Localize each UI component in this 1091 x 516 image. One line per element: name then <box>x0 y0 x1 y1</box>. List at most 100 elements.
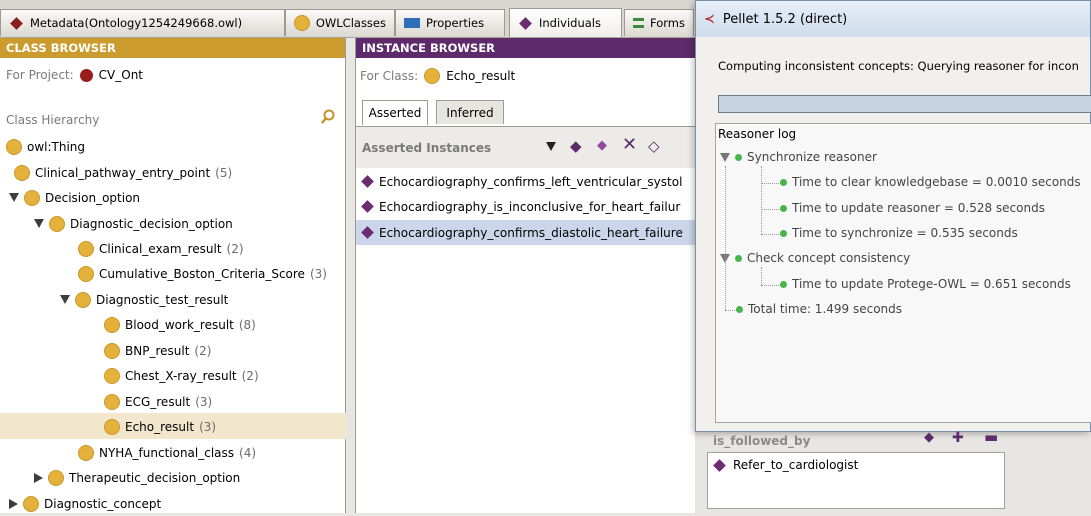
pellet-title: Pellet 1.5.2 (direct) <box>722 11 848 27</box>
property-label: is_followed_by <box>713 434 811 448</box>
log-node[interactable]: Synchronize reasoner <box>720 150 877 164</box>
individual-icon <box>361 175 374 188</box>
individual-icon <box>361 226 374 239</box>
reasoner-log-title: Reasoner log <box>718 127 797 141</box>
remove-value-icon[interactable]: ▬ <box>984 428 998 446</box>
list-item[interactable]: Echocardiography_confirms_left_ventricul… <box>356 169 696 194</box>
class-icon <box>23 495 39 512</box>
tree-node[interactable]: Clinical_exam_result (2) <box>78 236 244 261</box>
log-node: Time to clear knowledgebase = 0.0010 sec… <box>780 175 1081 189</box>
properties-icon <box>404 18 420 28</box>
tab-properties[interactable]: Properties <box>395 9 505 36</box>
list-item[interactable]: Refer_to_cardiologist <box>712 458 858 472</box>
tab-forms[interactable]: Forms <box>624 9 694 36</box>
dropdown-icon[interactable] <box>546 140 556 151</box>
delete-instance-icon[interactable]: ✕ <box>622 134 637 155</box>
collapse-arrow-icon[interactable] <box>9 498 18 509</box>
metadata-icon <box>10 16 23 30</box>
status-dot-icon <box>735 254 742 262</box>
class-browser-header: CLASS BROWSER <box>0 38 345 58</box>
status-dot-icon <box>780 178 787 186</box>
class-icon <box>14 164 30 181</box>
tab-owl-classes[interactable]: OWLClasses <box>285 9 395 36</box>
class-icon <box>104 367 120 384</box>
for-class-name: Echo_result <box>446 69 516 83</box>
tree-node[interactable]: owl:Thing <box>6 134 85 159</box>
pellet-titlebar: ≺ Pellet 1.5.2 (direct) <box>696 1 1090 37</box>
log-node: Total time: 1.499 seconds <box>736 302 902 316</box>
tree-node[interactable]: Blood_work_result (8) <box>104 312 256 337</box>
list-item-selected[interactable]: Echocardiography_confirms_diastolic_hear… <box>356 220 696 245</box>
instance-browser-header: INSTANCE BROWSER <box>356 38 695 58</box>
pellet-status: Computing inconsistent concepts: Queryin… <box>718 59 1079 73</box>
individuals-icon <box>519 16 532 30</box>
tab-asserted[interactable]: Asserted <box>362 100 428 125</box>
pellet-dialog: ≺ Pellet 1.5.2 (direct) Computing incons… <box>695 0 1091 432</box>
tree-node[interactable]: Diagnostic_test_result <box>60 287 228 312</box>
instance-browser-panel: INSTANCE BROWSER For Class: Echo_result … <box>355 38 696 513</box>
class-icon <box>424 68 441 84</box>
pellet-progress-bar <box>718 95 1091 113</box>
tree-node-selected[interactable]: Echo_result (3) <box>104 414 216 439</box>
tree-node[interactable]: Diagnostic_concept <box>9 491 161 516</box>
class-icon <box>49 215 65 232</box>
expand-arrow-icon[interactable] <box>60 295 70 304</box>
project-name: CV_Ont <box>98 68 144 82</box>
tree-node[interactable]: Clinical_pathway_entry_point (5) <box>14 160 232 185</box>
tree-node[interactable]: NYHA_functional_class (4) <box>78 440 256 465</box>
class-icon <box>78 444 94 461</box>
tree-node[interactable]: Decision_option <box>9 185 140 210</box>
tab-individuals[interactable]: Individuals <box>509 8 622 37</box>
create-instance-icon[interactable]: ◆ <box>570 137 582 155</box>
tree-node[interactable]: Therapeutic_decision_option <box>34 465 240 490</box>
tree-node[interactable]: Diagnostic_decision_option <box>34 211 233 236</box>
tree-node[interactable]: BNP_result (2) <box>104 338 211 363</box>
class-icon <box>78 265 94 282</box>
class-icon <box>48 469 64 486</box>
asserted-instances-header: Asserted Instances ◆ ◆ ✕ ◇ <box>356 126 696 168</box>
class-icon <box>104 342 120 359</box>
expand-arrow-icon[interactable] <box>720 152 730 162</box>
create-value-icon[interactable]: ✚ <box>952 430 964 446</box>
add-value-icon[interactable]: ◆ <box>924 430 934 445</box>
tree-node[interactable]: Chest_X-ray_result (2) <box>104 363 259 388</box>
add-instance-icon[interactable]: ◆ <box>597 138 607 153</box>
class-icon <box>6 138 22 155</box>
collapse-arrow-icon[interactable] <box>34 472 43 483</box>
tab-inferred[interactable]: Inferred <box>436 100 504 124</box>
pellet-logo-icon: ≺ <box>704 11 715 27</box>
project-row: For Project: CV_Ont <box>6 68 144 82</box>
class-icon <box>24 189 40 206</box>
log-node: Time to update Protege-OWL = 0.651 secon… <box>780 277 1071 291</box>
log-node: Time to update reasoner = 0.528 seconds <box>780 201 1045 215</box>
status-dot-icon <box>780 204 787 212</box>
class-icon <box>104 418 120 435</box>
tree-node[interactable]: Cumulative_Boston_Criteria_Score (3) <box>78 261 327 286</box>
status-dot-icon <box>780 280 787 288</box>
expand-arrow-icon[interactable] <box>34 219 44 228</box>
tree-node[interactable]: ECG_result (3) <box>104 389 212 414</box>
class-icon <box>104 316 120 333</box>
owl-classes-icon <box>294 15 310 31</box>
status-dot-icon <box>736 305 743 313</box>
forms-icon <box>633 18 645 28</box>
class-tree: owl:Thing Clinical_pathway_entry_point (… <box>0 134 346 513</box>
property-value-list: Refer_to_cardiologist <box>707 452 1005 509</box>
status-dot-icon <box>735 153 742 161</box>
status-dot-icon <box>780 229 787 237</box>
list-item[interactable]: Echocardiography_is_inconclusive_for_hea… <box>356 194 696 219</box>
individual-icon <box>713 458 726 472</box>
project-icon <box>79 68 93 82</box>
tab-metadata[interactable]: Metadata(Ontology1254249668.owl) <box>0 9 285 36</box>
class-hierarchy-label: Class Hierarchy <box>6 113 100 127</box>
reasoner-log: Reasoner log Synchronize reasoner Time t… <box>715 123 1091 423</box>
log-node[interactable]: Check concept consistency <box>720 251 910 265</box>
expand-arrow-icon[interactable] <box>9 193 19 202</box>
class-icon <box>104 393 120 410</box>
log-node: Time to synchronize = 0.535 seconds <box>780 226 1018 240</box>
class-icon <box>78 240 94 257</box>
search-icon[interactable] <box>320 109 336 125</box>
for-class-row: For Class: Echo_result <box>360 68 516 84</box>
edit-instance-icon[interactable]: ◇ <box>648 137 660 155</box>
individual-icon <box>361 200 374 213</box>
